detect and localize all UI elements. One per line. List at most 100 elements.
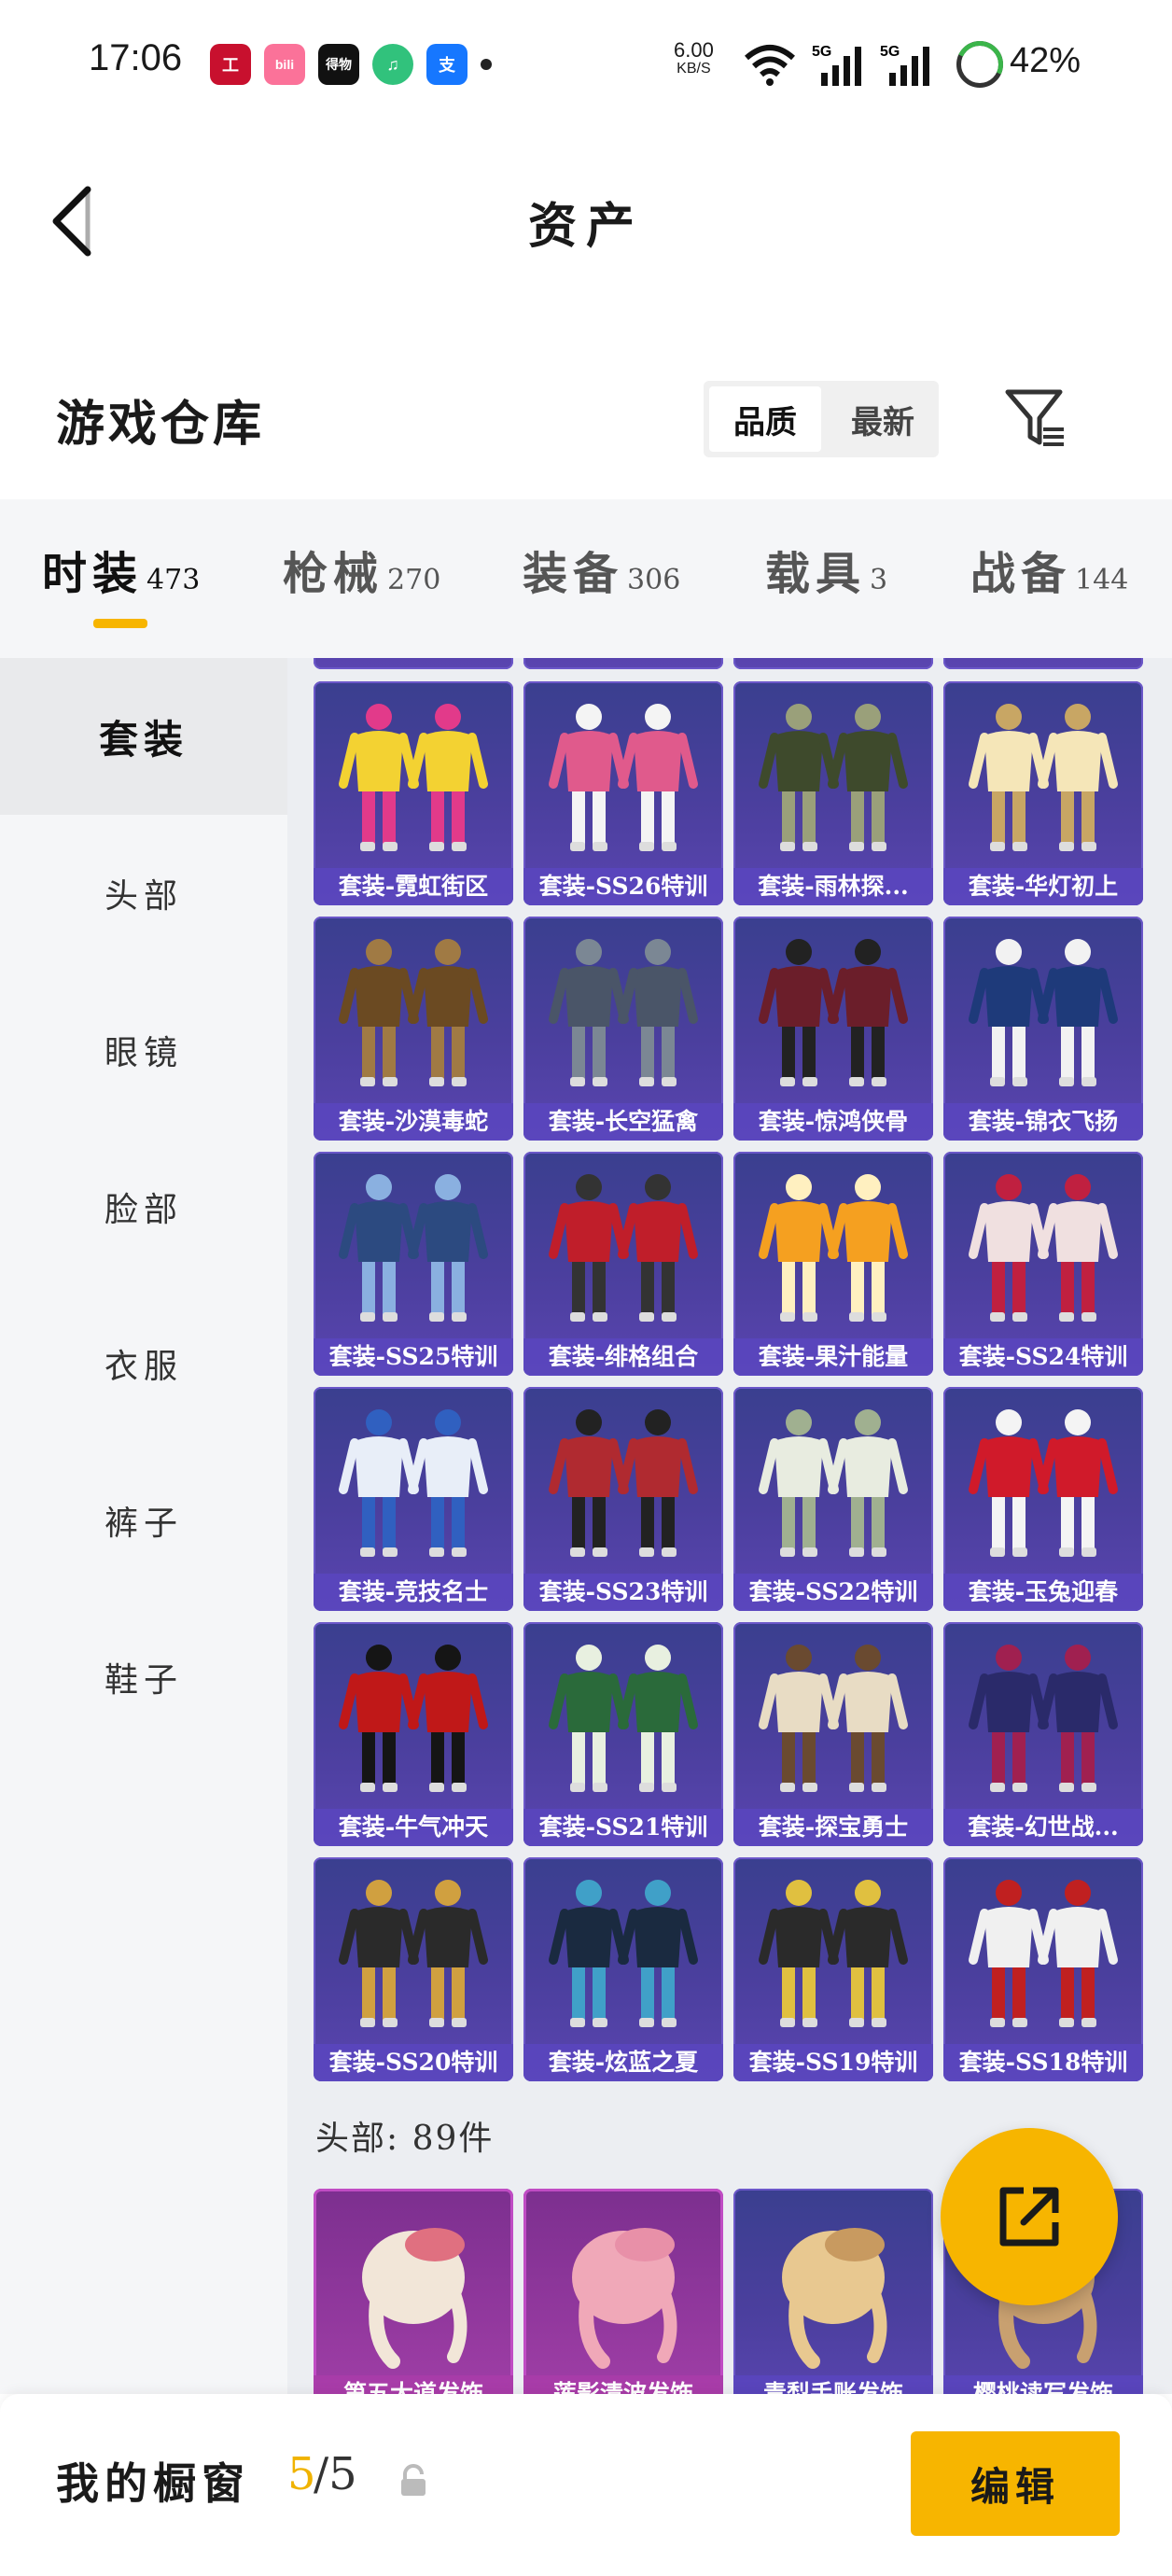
- tab-firearms[interactable]: 枪械 270: [283, 537, 440, 602]
- item-card-label: 樱桃读写发饰: [943, 2375, 1143, 2394]
- item-card-label: 套装-雨林探...: [733, 868, 933, 905]
- sidebar-item-clothes[interactable]: 衣服: [0, 1285, 287, 1442]
- item-card[interactable]: 套装-玉兔迎春: [943, 1387, 1143, 1611]
- item-card[interactable]: 套装-华灯初上: [943, 681, 1143, 905]
- outfit-image: [759, 1880, 908, 2027]
- signal-icon-2: 5G: [880, 44, 929, 86]
- item-card[interactable]: 套装-霓虹街区: [314, 681, 513, 905]
- item-card[interactable]: 套装-SS20特训: [314, 1857, 513, 2081]
- item-card[interactable]: 套装-沙漠毒蛇: [314, 917, 513, 1141]
- edit-button[interactable]: 编辑: [911, 2431, 1120, 2536]
- outfit-image: [549, 939, 698, 1086]
- item-card-label: 套装-幻世战...: [943, 1809, 1143, 1846]
- sort-quality-button[interactable]: 品质: [709, 386, 821, 452]
- share-icon: [999, 2187, 1059, 2247]
- item-card-label: 套装-SS19特训: [733, 2044, 933, 2081]
- outfit-image: [549, 1174, 698, 1322]
- outfit-image: [339, 1409, 488, 1557]
- item-card-label: 套装-牛气冲天: [314, 1809, 513, 1846]
- svg-text:5G: 5G: [812, 44, 831, 60]
- hair-accessory-image: [362, 2228, 467, 2369]
- item-card[interactable]: 套装-雨林探...: [733, 681, 933, 905]
- item-card[interactable]: 套装-惊鸿侠骨: [733, 917, 933, 1141]
- item-card-label: 套装-SS24特训: [943, 1338, 1143, 1376]
- sort-newest-button[interactable]: 最新: [827, 381, 939, 457]
- item-card-label: 套装-果汁能量: [733, 1338, 933, 1376]
- sidebar-item-pants[interactable]: 裤子: [0, 1442, 287, 1599]
- item-card-label: 套装-炫蓝之夏: [523, 2044, 723, 2081]
- outfit-image: [549, 1645, 698, 1792]
- item-card-label: 套装-沙漠毒蛇: [314, 1103, 513, 1141]
- item-card-head[interactable]: 莲影清波发饰: [523, 2189, 723, 2394]
- item-card-label: 套装-SS20特训: [314, 2044, 513, 2081]
- item-card-label: 套装-SS25特训: [314, 1338, 513, 1376]
- item-card-partial[interactable]: [523, 658, 723, 669]
- outfit-image: [759, 1645, 908, 1792]
- item-card-partial[interactable]: [314, 658, 513, 669]
- item-card[interactable]: 套装-长空猛禽: [523, 917, 723, 1141]
- item-card-partial[interactable]: [943, 658, 1143, 669]
- tab-label: 时装: [42, 548, 144, 600]
- outfit-image: [759, 1174, 908, 1322]
- item-card[interactable]: 套装-绯格组合: [523, 1152, 723, 1376]
- net-speed-unit: KB/S: [677, 61, 711, 77]
- outfit-image: [759, 939, 908, 1086]
- item-card[interactable]: 套装-果汁能量: [733, 1152, 933, 1376]
- item-card[interactable]: 套装-竞技名士: [314, 1387, 513, 1611]
- wifi-icon: [745, 45, 795, 86]
- item-card[interactable]: 套装-SS21特训: [523, 1622, 723, 1846]
- qq-music-icon: ♫: [372, 44, 413, 85]
- item-card-label: 莲影清波发饰: [523, 2375, 723, 2394]
- more-notifications-dot: [481, 59, 492, 70]
- item-card-head[interactable]: 第五大道发饰: [314, 2189, 513, 2394]
- tab-label: 战备: [970, 548, 1072, 600]
- tab-supplies[interactable]: 战备 144: [970, 537, 1128, 602]
- outfit-image: [969, 1409, 1118, 1557]
- bilibili-icon: bili: [264, 44, 305, 85]
- item-card-label: 套装-SS23特训: [523, 1574, 723, 1611]
- item-card[interactable]: 套装-SS25特训: [314, 1152, 513, 1376]
- page-title: 资产: [527, 198, 644, 255]
- signal-icon-1: 5G: [812, 44, 861, 86]
- sidebar-item-outfit[interactable]: 套装: [0, 658, 287, 815]
- outfit-image: [969, 1174, 1118, 1322]
- outfit-image: [549, 704, 698, 851]
- status-time: 17:06: [89, 37, 183, 78]
- item-card-label: 套装-SS26特训: [523, 868, 723, 905]
- warehouse-title: 游戏仓库: [56, 396, 266, 453]
- battery-icon: [956, 41, 1003, 88]
- item-card[interactable]: 套装-SS22特训: [733, 1387, 933, 1611]
- outfit-image: [969, 1645, 1118, 1792]
- sidebar-item-shoes[interactable]: 鞋子: [0, 1599, 287, 1756]
- sidebar-item-face[interactable]: 脸部: [0, 1128, 287, 1285]
- showcase-count: 5: [287, 2448, 316, 2500]
- sidebar-item-glasses[interactable]: 眼镜: [0, 972, 287, 1128]
- item-card[interactable]: 套装-SS23特训: [523, 1387, 723, 1611]
- game-icon: 得物: [318, 44, 359, 85]
- item-card[interactable]: 套装-锦衣飞扬: [943, 917, 1143, 1141]
- tab-fashion[interactable]: 时装 473: [42, 537, 200, 602]
- item-card[interactable]: 套装-SS18特训: [943, 1857, 1143, 2081]
- item-card[interactable]: 套装-牛气冲天: [314, 1622, 513, 1846]
- tab-equipment[interactable]: 装备 306: [523, 537, 680, 602]
- sidebar: 套装 头部 眼镜 脸部 衣服 裤子 鞋子: [0, 658, 287, 2394]
- share-button[interactable]: [941, 2128, 1118, 2305]
- item-card[interactable]: 套装-SS26特训: [523, 681, 723, 905]
- item-card-label: 套装-华灯初上: [943, 868, 1143, 905]
- item-card-label: 套装-锦衣飞扬: [943, 1103, 1143, 1141]
- item-card-label: 套装-长空猛禽: [523, 1103, 723, 1141]
- item-card-head[interactable]: 青梨手账发饰: [733, 2189, 933, 2394]
- item-card[interactable]: 套装-SS19特训: [733, 1857, 933, 2081]
- item-card[interactable]: 套装-SS24特训: [943, 1152, 1143, 1376]
- item-card-partial[interactable]: [733, 658, 933, 669]
- notification-icons: 工 bili 得物 ♫ 支: [210, 44, 492, 85]
- item-card-label: 套装-绯格组合: [523, 1338, 723, 1376]
- item-card-label: 第五大道发饰: [314, 2375, 513, 2394]
- tab-vehicles[interactable]: 载具 3: [765, 537, 887, 602]
- item-card[interactable]: 套装-炫蓝之夏: [523, 1857, 723, 2081]
- filter-icon[interactable]: [1002, 385, 1069, 452]
- sidebar-item-head[interactable]: 头部: [0, 815, 287, 972]
- tab-label: 装备: [523, 548, 624, 600]
- item-card[interactable]: 套装-探宝勇士: [733, 1622, 933, 1846]
- item-card[interactable]: 套装-幻世战...: [943, 1622, 1143, 1846]
